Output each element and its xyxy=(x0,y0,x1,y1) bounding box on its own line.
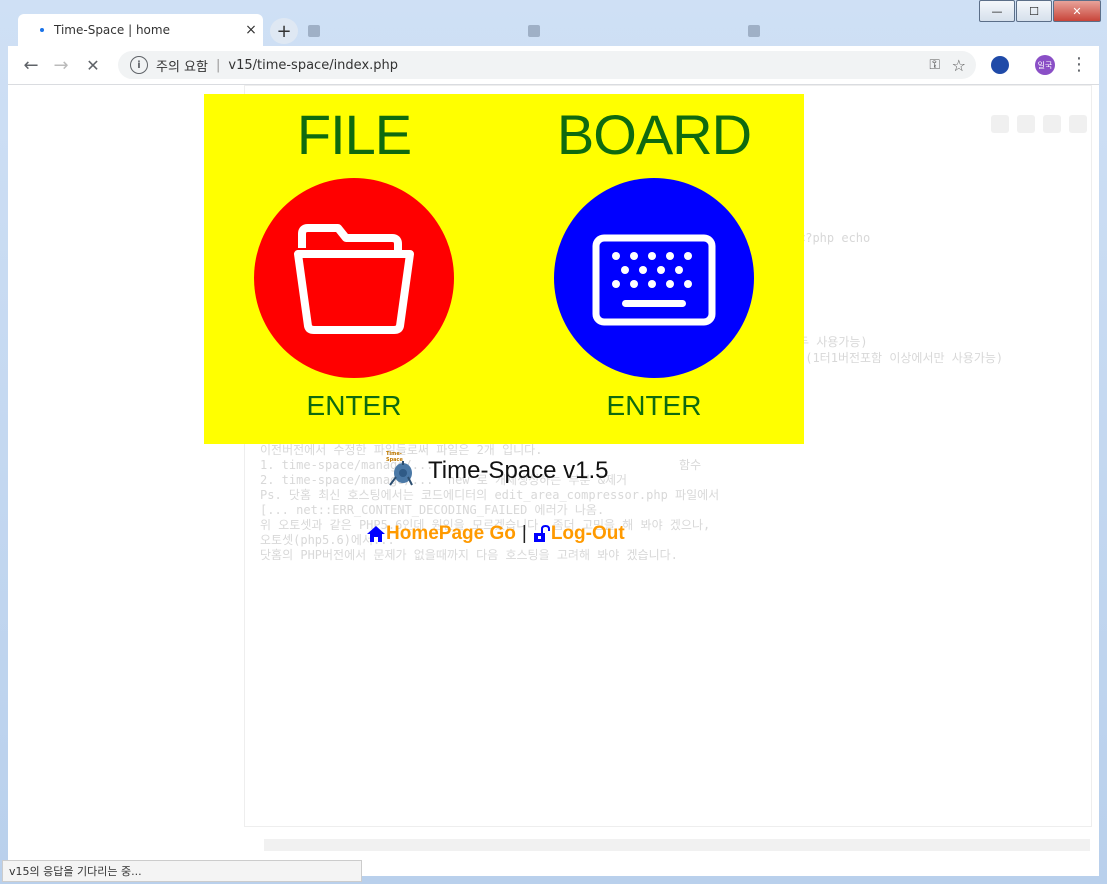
background-text: <?php echo xyxy=(798,231,871,245)
divider: | xyxy=(215,57,221,73)
key-icon[interactable]: ⚿ xyxy=(929,57,940,73)
file-enter-button[interactable] xyxy=(254,178,454,378)
new-tab-button[interactable]: + xyxy=(270,18,298,44)
folder-icon xyxy=(294,224,414,334)
forward-button[interactable]: → xyxy=(50,54,72,76)
comment-icon xyxy=(1069,115,1087,133)
board-block[interactable]: BOARD ENTER xyxy=(504,94,804,444)
file-heading: FILE xyxy=(296,103,412,166)
keyboard-icon xyxy=(592,234,716,326)
background-text: 두 사용가능) xyxy=(798,335,868,349)
security-indicator[interactable]: 주의 요함 xyxy=(156,56,208,75)
menu-icon[interactable]: ⋮ xyxy=(1070,54,1088,75)
version-row: Time-Space Time-Space v1.5 xyxy=(384,451,609,489)
tab-background-1[interactable] xyxy=(308,20,320,42)
site-logo: Time-Space xyxy=(384,451,418,489)
tab-strip: Time-Space | home × + xyxy=(8,12,1107,46)
book-icon xyxy=(1043,115,1061,133)
homepage-link[interactable]: HomePage Go xyxy=(366,523,516,545)
footer-links: HomePage Go | Log-Out xyxy=(366,523,625,545)
address-bar[interactable]: i 주의 요함 | v15/time-space/index.php ⚿ ☆ xyxy=(118,51,976,79)
tab-title: Time-Space | home xyxy=(54,23,170,37)
tab-background-2[interactable] xyxy=(528,20,540,42)
page-viewport: <?php echo 두 사용가능) .(1터1버전포함 이상에서만 사용가능)… xyxy=(8,85,1099,876)
page-icon xyxy=(308,25,320,37)
back-button[interactable]: ← xyxy=(20,54,42,76)
tab-background-3[interactable] xyxy=(748,20,760,42)
extension-icon[interactable] xyxy=(991,56,1009,74)
browser-window: — ☐ ✕ Time-Space | home × + ← → ✕ i 주의 요… xyxy=(0,0,1107,884)
home-icon xyxy=(367,526,385,542)
board-enter-button[interactable] xyxy=(554,178,754,378)
logout-link-label[interactable]: Log-Out xyxy=(551,523,625,545)
board-heading: BOARD xyxy=(556,103,752,166)
settings-icon xyxy=(1017,115,1035,133)
tab-close-icon[interactable]: × xyxy=(239,22,263,38)
file-block[interactable]: FILE ENTER xyxy=(204,94,504,444)
background-scrollbar xyxy=(264,839,1090,851)
loading-icon xyxy=(40,28,44,32)
logout-link[interactable]: Log-Out xyxy=(533,523,625,545)
logo-label: Time-Space xyxy=(386,451,403,463)
status-bar: v15의 응답을 기다리는 중... xyxy=(2,860,362,882)
link-separator: | xyxy=(521,523,527,544)
page-icon xyxy=(748,25,760,37)
unlock-icon xyxy=(533,525,550,542)
browser-toolbar: ← → ✕ i 주의 요함 | v15/time-space/index.php… xyxy=(8,46,1099,85)
background-text: 닷홈의 PHP버전에서 문제가 없을때까지 다음 호스팅을 고려해 봐야 겠습니… xyxy=(260,548,678,562)
info-icon[interactable]: i xyxy=(130,56,148,74)
tab-active[interactable]: Time-Space | home × xyxy=(18,14,263,46)
background-text: .(1터1버전포함 이상에서만 사용가능) xyxy=(798,351,1004,365)
url-text[interactable]: v15/time-space/index.php xyxy=(228,58,398,73)
board-enter-label[interactable]: ENTER xyxy=(504,390,804,422)
page-icon xyxy=(528,25,540,37)
bookmark-star-icon[interactable]: ☆ xyxy=(952,56,966,75)
hero-panel: FILE ENTER BOARD ENTER xyxy=(204,94,804,444)
stop-loading-button[interactable]: ✕ xyxy=(82,54,104,76)
file-enter-label[interactable]: ENTER xyxy=(204,390,504,422)
edit-icon xyxy=(991,115,1009,133)
background-toolbar xyxy=(991,115,1087,133)
profile-avatar[interactable]: 일국 xyxy=(1035,55,1055,75)
homepage-link-label[interactable]: HomePage Go xyxy=(386,523,516,545)
version-text: Time-Space v1.5 xyxy=(428,457,609,484)
